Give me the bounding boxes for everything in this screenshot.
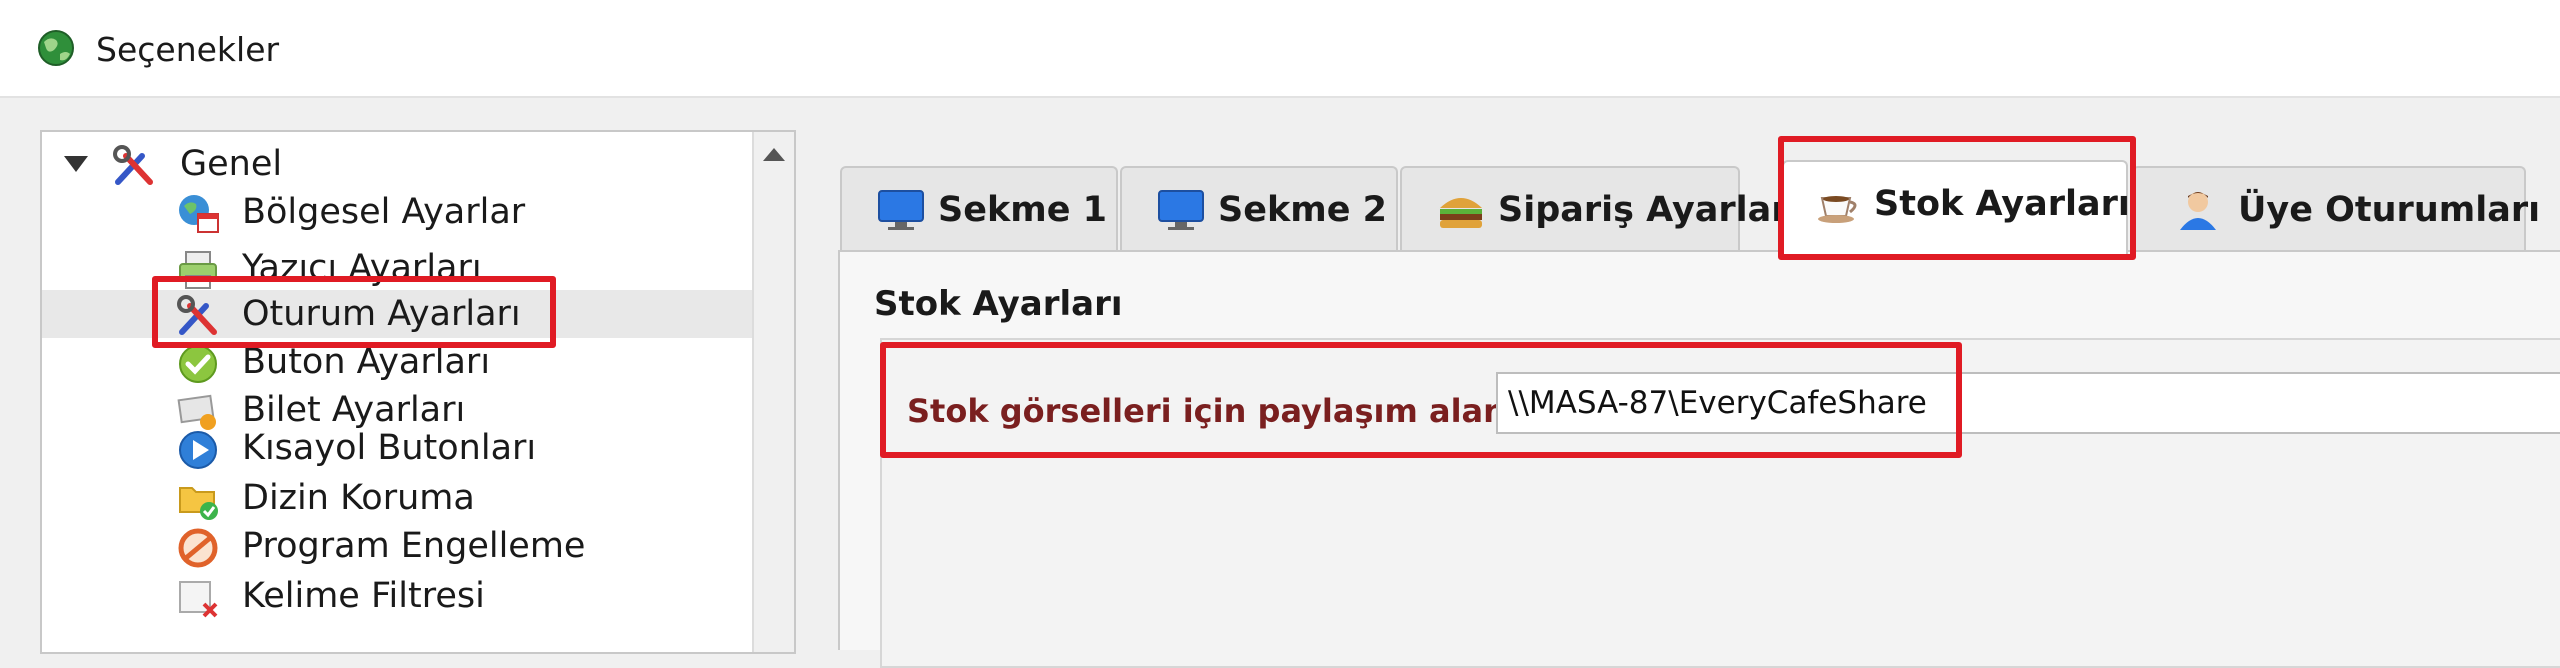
tree-item-kisayol-butonlari[interactable]: Kısayol Butonları (42, 424, 752, 472)
tree-item-kelime-filtresi[interactable]: Kelime Filtresi (42, 572, 752, 620)
tree-item-program-engelleme[interactable]: Program Engelleme (42, 522, 752, 570)
stok-settings-panel: Stok Ayarları Stok görselleri için payla… (838, 250, 2560, 668)
tree-item-oturum-ayarlari[interactable]: Oturum Ayarları (42, 290, 752, 338)
tree-item-label: Oturum Ayarları (242, 294, 521, 334)
folder-check-icon (179, 487, 218, 520)
filter-x-icon (179, 581, 218, 618)
tab-uye-oturumlari[interactable]: Üye Oturumları (2132, 166, 2540, 252)
tab-label: Sipariş Ayarları (1498, 190, 1801, 230)
collapse-arrow-icon[interactable] (64, 156, 88, 172)
tree-item-label: Buton Ayarları (242, 342, 491, 382)
tree-item-label: Program Engelleme (242, 526, 586, 566)
tree-root-label: Genel (180, 144, 283, 184)
share-path-input[interactable] (1496, 372, 2560, 434)
tree-item-label: Kısayol Butonları (242, 428, 537, 468)
green-check-icon (179, 345, 217, 383)
tools-icon (113, 145, 153, 185)
monitor-icon (878, 190, 924, 230)
tab-label: Sekme 2 (1218, 190, 1387, 230)
tab-sekme-2[interactable]: Sekme 2 (1120, 166, 1398, 252)
burger-icon (1440, 198, 1482, 228)
share-path-label: Stok görselleri için paylaşım alanı (907, 392, 1517, 430)
scroll-up-arrow-icon[interactable] (763, 148, 785, 161)
play-button-icon (179, 431, 217, 469)
monitor-icon (1158, 190, 1204, 230)
tab-label: Sekme 1 (938, 190, 1107, 230)
tree-item-dizin-koruma[interactable]: Dizin Koruma (42, 474, 752, 522)
tree-item-bolgesel-ayarlar[interactable]: Bölgesel Ayarlar (42, 188, 752, 236)
coffee-cup-icon (1818, 196, 1857, 223)
tab-label: Üye Oturumları (2238, 190, 2541, 230)
tree-item-yazici-ayarlari[interactable]: Yazıcı Ayarları (42, 244, 752, 292)
tree-scrollbar[interactable] (752, 132, 794, 652)
globe-calendar-icon (179, 195, 219, 233)
tab-strip: Sekme 1 Sekme 2 Sipariş Ayarları Stok Ay… (838, 160, 2560, 254)
tree-item-buton-ayarlari[interactable]: Buton Ayarları (42, 338, 752, 386)
panel-title: Stok Ayarları (874, 284, 1123, 324)
tree-item-label: Kelime Filtresi (242, 576, 485, 616)
tree-item-label: Dizin Koruma (242, 478, 475, 518)
globe-icon (38, 30, 74, 66)
tab-sekme-1[interactable]: Sekme 1 (840, 166, 1118, 252)
block-icon (178, 528, 218, 568)
options-window: Seçenekler Genel Bölgesel Ayarlar Yazıcı… (0, 0, 2560, 668)
user-icon (2180, 192, 2216, 230)
tab-label: Stok Ayarları (1874, 184, 2130, 224)
title-bar: Seçenekler (0, 0, 2560, 98)
tab-stok-ayarlari[interactable]: Stok Ayarları (1782, 160, 2130, 254)
tree-item-label: Bölgesel Ayarlar (242, 192, 526, 232)
tree-root-genel[interactable]: Genel (42, 140, 752, 188)
tree-item-label: Yazıcı Ayarları (242, 248, 482, 288)
tab-siparis-ayarlari[interactable]: Sipariş Ayarları (1400, 166, 1801, 252)
tools-icon (177, 295, 217, 335)
settings-tree[interactable]: Genel Bölgesel Ayarlar Yazıcı Ayarları O… (40, 130, 796, 654)
window-title: Seçenekler (96, 30, 280, 69)
printer-icon (179, 251, 217, 289)
